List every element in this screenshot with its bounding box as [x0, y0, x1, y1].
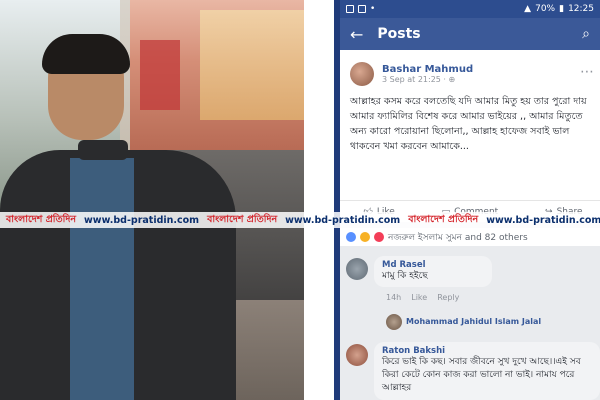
person-collar [78, 140, 128, 160]
post-time[interactable]: 3 Sep at 21:25 · [382, 75, 449, 84]
watermark-brand-3: বাংলাদেশ প্রতিদিন [408, 213, 479, 225]
person-hair [42, 34, 130, 74]
facebook-notif-icon [346, 5, 354, 13]
news-image: • ▲ 70% ▮ 12:25 ← Posts ⌕ Bashar Mahmud … [0, 0, 600, 400]
comment-bubble-2: Raton Bakshi কিরে ভাই কি কছ। সবার জীবনে … [374, 342, 600, 400]
author-name[interactable]: Bashar Mahmud [382, 64, 473, 75]
watermark-brand: বাংলাদেশ প্রতিদিন [6, 213, 77, 225]
comment-text: মামু কি হইছে [382, 271, 428, 281]
globe-icon: ⊕ [448, 75, 456, 84]
reactions-text: নজরুল ইসলাম সুমন and 82 others [388, 232, 528, 243]
reply-author-name[interactable]: Mohammad Jahidul Islam Jalal [406, 317, 541, 326]
sad-reaction-icon [360, 232, 370, 242]
commenter-avatar-2[interactable] [346, 344, 368, 366]
person-photo [0, 0, 304, 400]
post-author[interactable]: Bashar Mahmud 3 Sep at 21:25 · ⊕ [350, 62, 473, 86]
author-avatar[interactable] [350, 62, 374, 86]
reactions-summary[interactable]: নজরুল ইসলাম সুমন and 82 others [340, 228, 600, 246]
person-shirt [70, 158, 134, 400]
status-bar: • ▲ 70% ▮ 12:25 [340, 0, 600, 18]
comment-meta: 14h Like Reply [386, 293, 459, 302]
messenger-notif-icon [358, 5, 366, 13]
watermark-strip: বাংলাদেশ প্রতিদিন www.bd-pratidin.com বা… [0, 212, 600, 228]
watermark-url: www.bd-pratidin.com [84, 214, 200, 226]
back-arrow-icon[interactable]: ← [350, 25, 363, 44]
comment-text-2: কিরে ভাই কি কছ। সবার জীবনে সুখ দুখে আছে।… [382, 357, 581, 393]
clock: 12:25 [568, 4, 594, 14]
reply-avatar[interactable] [386, 314, 402, 330]
battery-icon: ▮ [559, 4, 565, 14]
app-bar-title: Posts [377, 26, 421, 42]
commenter-name-2[interactable]: Raton Bakshi [382, 346, 592, 356]
comment-time[interactable]: 14h [386, 293, 401, 302]
post-card: Bashar Mahmud 3 Sep at 21:25 · ⊕ ⋯ আল্লা… [340, 50, 600, 210]
commenter-avatar[interactable] [346, 258, 368, 280]
battery-level: 70% [535, 4, 556, 14]
like-reaction-icon [346, 232, 356, 242]
app-bar: ← Posts ⌕ [340, 18, 600, 50]
signal-icon: ▲ [524, 4, 532, 14]
comment-reply-button[interactable]: Reply [437, 293, 459, 302]
comment-bubble: Md Rasel মামু কি হইছে [374, 256, 492, 287]
facebook-screenshot: • ▲ 70% ▮ 12:25 ← Posts ⌕ Bashar Mahmud … [334, 0, 600, 400]
search-icon[interactable]: ⌕ [582, 26, 590, 42]
comment-like-button[interactable]: Like [411, 293, 427, 302]
more-options-icon[interactable]: ⋯ [580, 64, 594, 80]
watermark-url-2: www.bd-pratidin.com [285, 214, 401, 226]
commenter-name[interactable]: Md Rasel [382, 260, 484, 270]
watermark-brand-2: বাংলাদেশ প্রতিদিন [207, 213, 278, 225]
post-text: আল্লাহর কসম করে বলতেছি যদি আমার মিতু হয়… [350, 96, 587, 152]
watermark-url-3: www.bd-pratidin.com [486, 214, 600, 226]
more-notif-icon: • [370, 4, 376, 14]
love-reaction-icon [374, 232, 384, 242]
